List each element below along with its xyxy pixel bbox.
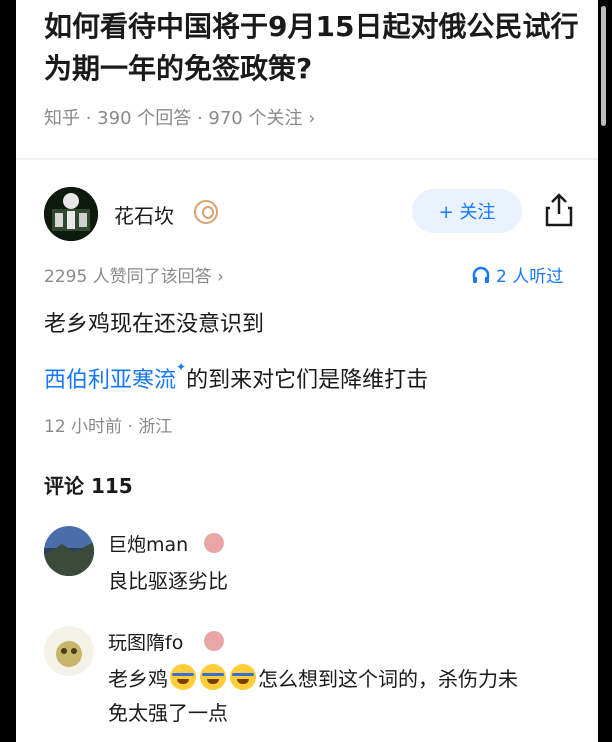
comments-header[interactable]: 评论 115 (44, 470, 133, 499)
comment-text-part: 老乡鸡 (108, 667, 168, 691)
headphones-icon (472, 266, 490, 283)
scrollbar[interactable] (598, 0, 612, 742)
user-badge-icon (204, 631, 224, 651)
answer-card: 如何看待中国将于9月15日起对俄公民试行为期一年的免签政策? 知乎 · 390 … (16, 0, 598, 742)
share-icon[interactable] (544, 192, 574, 228)
follow-button[interactable]: + 关注 (412, 189, 522, 233)
author-avatar[interactable] (44, 187, 98, 241)
laughing-crying-emoji (200, 664, 226, 690)
likes-count[interactable]: 2295 人赞同了该回答 › (44, 262, 224, 287)
question-meta[interactable]: 知乎 · 390 个回答 · 970 个关注 › (44, 104, 315, 130)
answer-line-1: 老乡鸡现在还没意识到 (44, 312, 265, 337)
answer-timestamp: 12 小时前 · 浙江 (44, 417, 173, 437)
keyword-link[interactable]: 西伯利亚寒流✦ (44, 360, 186, 393)
sparkle-icon: ✦ (176, 359, 187, 374)
listen-label: 2 人听过 (496, 267, 564, 287)
scrollbar-thumb[interactable] (601, 6, 606, 126)
comment-text: 良比驱逐劣比 (108, 569, 228, 593)
comment-text-part: 免太强了一点 (108, 701, 228, 725)
laughing-crying-emoji (170, 664, 196, 690)
comment-text: 老乡鸡 怎么想到这个词的，杀伤力未 免太强了一点 (108, 662, 588, 730)
comment-avatar[interactable] (44, 626, 94, 676)
user-badge-icon (204, 533, 224, 553)
author-name[interactable]: 花石坎 (114, 200, 174, 229)
comment-author-name[interactable]: 巨炮man (108, 530, 188, 557)
comment-text-part: 怎么想到这个词的，杀伤力未 (258, 667, 518, 691)
listen-count[interactable]: 2 人听过 (472, 262, 563, 287)
comment-avatar[interactable] (44, 526, 94, 576)
author-badge-icon (194, 200, 218, 224)
answer-line-2-rest: 的到来对它们是降维打击 (186, 368, 429, 393)
divider (16, 158, 598, 160)
question-title[interactable]: 如何看待中国将于9月15日起对俄公民试行为期一年的免签政策? (44, 6, 584, 90)
answer-line-2: 西伯利亚寒流✦的到来对它们是降维打击 (44, 360, 429, 394)
laughing-crying-emoji (230, 664, 256, 690)
comment-author-name[interactable]: 玩图隋fo (108, 628, 183, 655)
